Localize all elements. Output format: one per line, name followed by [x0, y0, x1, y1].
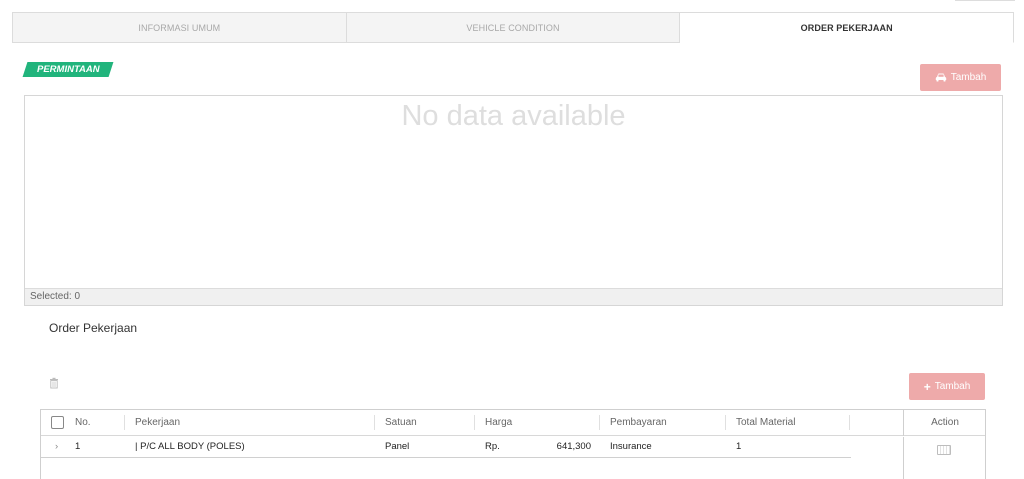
trash-icon[interactable] [48, 377, 60, 389]
col-separator [725, 415, 726, 430]
col-separator [599, 415, 600, 430]
permintaan-add-label: Tambah [950, 72, 987, 83]
col-satuan[interactable]: Satuan [385, 410, 417, 435]
cell-harga-value: 641,300 [556, 441, 591, 452]
action-cell [903, 437, 986, 479]
plus-icon: + [923, 379, 931, 394]
cell-total-material: 1 [736, 441, 742, 452]
order-table: No. Pekerjaan Satuan Harga Pembayaran To… [40, 409, 986, 479]
cell-pekerjaan: | P/C ALL BODY (POLES) [135, 441, 245, 452]
col-action: Action [903, 410, 986, 436]
row-divider [41, 457, 851, 458]
top-edge-line [955, 0, 1015, 2]
col-total-material[interactable]: Total Material [736, 410, 795, 435]
col-separator [374, 415, 375, 430]
cell-satuan: Panel [385, 441, 410, 452]
tab-vehicle-condition[interactable]: VEHICLE CONDITION [346, 12, 681, 43]
permintaan-add-button[interactable]: Tambah [920, 64, 1001, 91]
col-separator [124, 415, 125, 430]
table-header: No. Pekerjaan Satuan Harga Pembayaran To… [41, 410, 985, 436]
col-no[interactable]: No. [75, 410, 91, 435]
empty-state-text: No data available [401, 100, 626, 132]
car-icon [935, 73, 946, 82]
col-pembayaran[interactable]: Pembayaran [610, 410, 667, 435]
expand-chevron-icon[interactable]: › [55, 437, 58, 457]
col-separator [849, 415, 850, 430]
cell-no: 1 [75, 441, 81, 452]
col-pekerjaan[interactable]: Pekerjaan [135, 410, 180, 435]
permintaan-grid: No data available Selected: 0 [24, 95, 1003, 306]
tab-informasi-umum[interactable]: INFORMASI UMUM [12, 12, 347, 43]
select-all-checkbox[interactable] [51, 416, 64, 429]
col-harga[interactable]: Harga [485, 410, 512, 435]
tab-bar: INFORMASI UMUM VEHICLE CONDITION ORDER P… [12, 12, 1015, 43]
order-add-button[interactable]: + Tambah [909, 373, 985, 400]
cell-harga-currency: Rp. [485, 441, 500, 452]
order-section-title: Order Pekerjaan [49, 321, 138, 335]
selected-count: Selected: 0 [25, 288, 1002, 305]
cell-pembayaran: Insurance [610, 441, 652, 452]
col-separator [474, 415, 475, 430]
permintaan-badge-label: PERMINTAAN [37, 64, 100, 75]
keyboard-icon[interactable] [937, 445, 951, 455]
order-add-label: Tambah [934, 381, 971, 392]
permintaan-badge: PERMINTAAN [22, 62, 114, 77]
table-row[interactable]: › 1 | P/C ALL BODY (POLES) Panel Rp. 641… [41, 437, 985, 457]
tab-order-pekerjaan[interactable]: ORDER PEKERJAAN [680, 12, 1015, 43]
